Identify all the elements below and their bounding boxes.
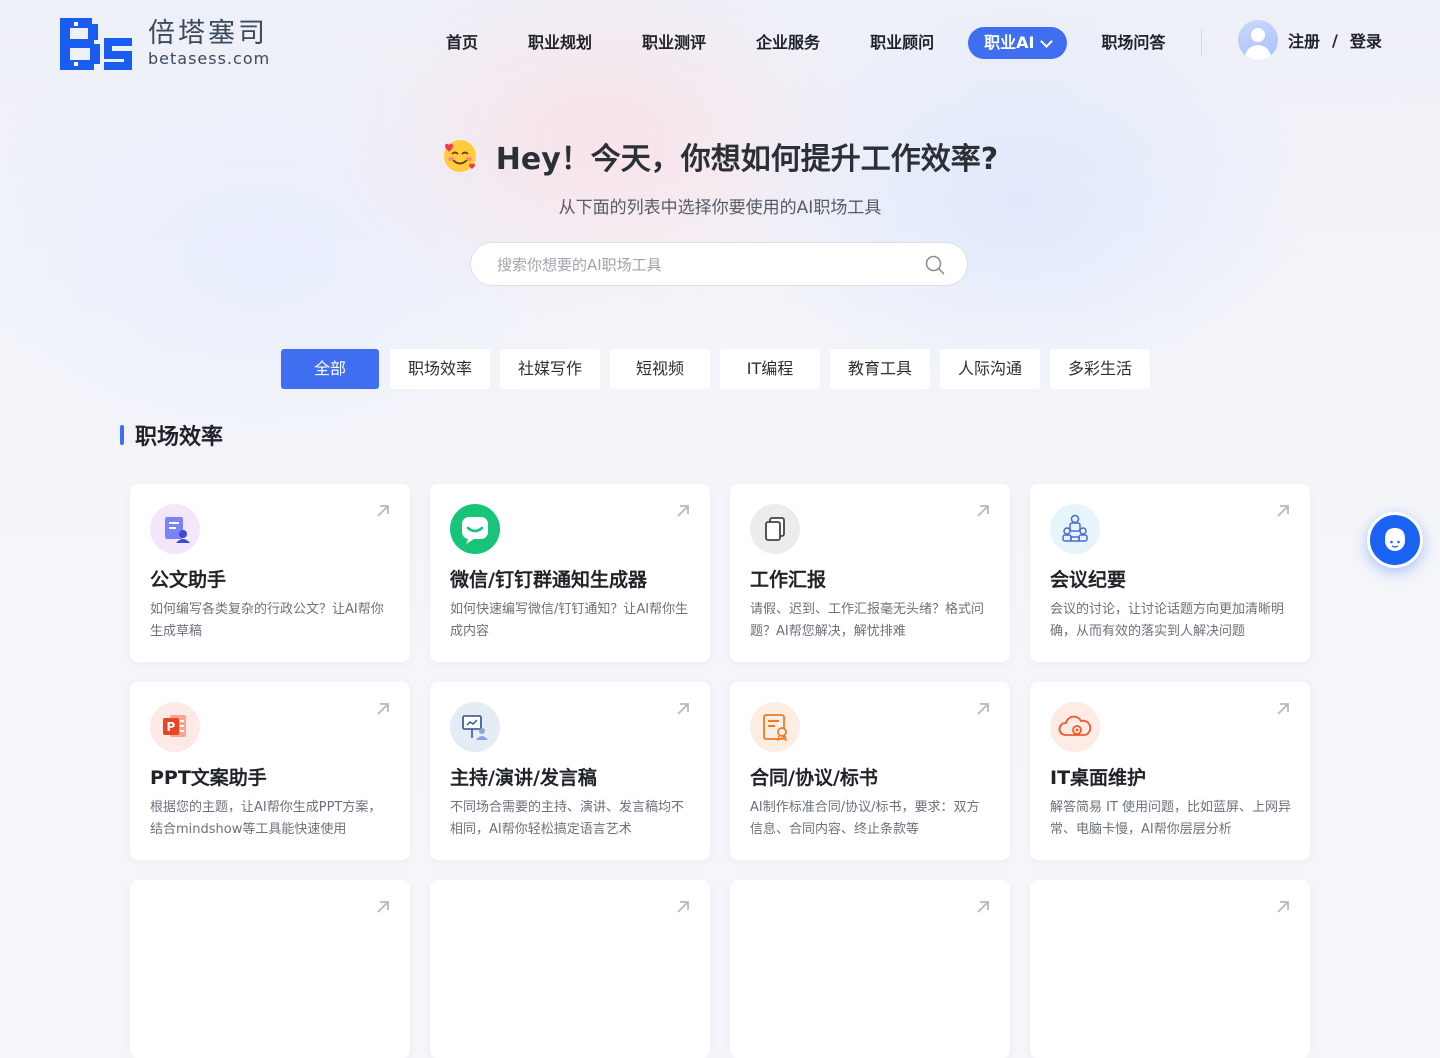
card-title: PPT文案助手: [150, 767, 267, 789]
tab-social-writing[interactable]: 社媒写作: [500, 349, 600, 389]
card-description: 如何编写各类复杂的行政公文？让AI帮你生成草稿: [150, 602, 384, 639]
search-box: [470, 242, 968, 287]
tab-all[interactable]: 全部: [281, 349, 379, 389]
nav-item-workplace-qa[interactable]: 职场问答: [1085, 27, 1181, 59]
arrow-up-right-icon: [677, 901, 689, 913]
logo-name: 倍塔塞司: [148, 18, 268, 49]
nav-item-career-planning[interactable]: 职业规划: [512, 27, 608, 59]
card-description: 根据您的主题，让AI帮你生成PPT方案，结合mindshow等工具能快速使用: [150, 800, 382, 837]
main-nav: 首页 职业规划 职业测评 企业服务 职业顾问 职业AI 职场问答: [430, 27, 1181, 59]
nav-item-career-ai[interactable]: 职业AI: [968, 27, 1068, 59]
arrow-up-right-icon: [977, 505, 989, 517]
card-description: 如何快速编写微信/钉钉通知？让AI帮你生成内容: [450, 602, 689, 639]
arrow-up-right-icon: [377, 901, 389, 913]
tab-workplace-efficiency[interactable]: 职场效率: [390, 349, 490, 389]
copy-document-icon: [750, 504, 800, 554]
card-description: 会议的讨论，让讨论话题方向更加清晰明确，从而有效的落实到人解决问题: [1050, 602, 1285, 639]
tool-card[interactable]: 工作汇报 请假、迟到、工作汇报毫无头绪？格式问题？AI帮您解决，解忧排难: [730, 484, 1010, 662]
arrow-up-right-icon: [977, 901, 989, 913]
svg-text:P: P: [167, 720, 176, 734]
tab-colorful-life[interactable]: 多彩生活: [1050, 349, 1150, 389]
logo-domain: betasess.com: [148, 49, 271, 68]
search-icon[interactable]: [925, 255, 945, 275]
card-title: 会议纪要: [1050, 569, 1127, 591]
section-accent-bar: [120, 425, 124, 445]
category-tabs: 全部 职场效率 社媒写作 短视频 IT编程 教育工具 人际沟通 多彩生活: [281, 349, 1160, 389]
support-agent-icon: [1385, 528, 1405, 551]
tool-card[interactable]: [1030, 880, 1310, 1058]
card-title: 公文助手: [150, 569, 227, 591]
header: 倍塔塞司 betasess.com 首页 职业规划 职业测评 企业服务 职业顾问…: [0, 0, 1440, 86]
hero-subtitle: 从下面的列表中选择你要使用的AI职场工具: [558, 198, 882, 218]
tool-card[interactable]: 微信/钉钉群通知生成器 如何快速编写微信/钉钉通知？让AI帮你生成内容: [430, 484, 710, 662]
tool-card[interactable]: 公文助手 如何编写各类复杂的行政公文？让AI帮你生成草稿: [130, 484, 410, 662]
arrow-up-right-icon: [1277, 901, 1289, 913]
tool-card[interactable]: 会议纪要 会议的讨论，让讨论话题方向更加清晰明确，从而有效的落实到人解决问题: [1030, 484, 1310, 662]
chat-bubble-icon: [450, 504, 500, 554]
card-description: 请假、迟到、工作汇报毫无头绪？格式问题？AI帮您解决，解忧排难: [750, 602, 985, 639]
hero-title-text: Hey！今天，你想如何提升工作效率?: [495, 142, 999, 177]
register-link[interactable]: 注册: [1288, 28, 1320, 52]
user-area: 注册 / 登录: [1238, 20, 1382, 60]
meeting-icon: [1050, 504, 1100, 554]
card-title: IT桌面维护: [1050, 767, 1147, 789]
arrow-up-right-icon: [677, 703, 689, 715]
arrow-up-right-icon: [1277, 505, 1289, 517]
card-title: 主持/演讲/发言稿: [450, 767, 597, 789]
cloud-gear-icon: [1050, 702, 1100, 752]
hero-title: Hey！今天，你想如何提升工作效率?: [0, 134, 1440, 178]
tool-card[interactable]: [130, 880, 410, 1058]
section-title-text: 职场效率: [135, 425, 224, 450]
nav-divider: [1201, 29, 1202, 57]
search-input[interactable]: [495, 243, 919, 287]
tool-card[interactable]: P PPT文案助手 根据您的主题，让AI帮你生成PPT方案，结合mindshow…: [130, 682, 410, 860]
tab-it-programming[interactable]: IT编程: [720, 349, 820, 389]
tool-card[interactable]: 主持/演讲/发言稿 不同场合需要的主持、演讲、发言稿均不相同，AI帮你轻松搞定语…: [430, 682, 710, 860]
logo[interactable]: 倍塔塞司 betasess.com: [60, 18, 270, 70]
card-description: 不同场合需要的主持、演讲、发言稿均不相同，AI帮你轻松搞定语言艺术: [450, 800, 685, 837]
login-link[interactable]: 登录: [1350, 28, 1382, 52]
tool-card[interactable]: [430, 880, 710, 1058]
card-title: 合同/协议/标书: [750, 767, 878, 789]
arrow-up-right-icon: [1277, 703, 1289, 715]
ppt-icon: P: [150, 702, 200, 752]
tool-card[interactable]: [730, 880, 1010, 1058]
logo-mark-icon: [60, 18, 134, 70]
nav-item-career-ai-label: 职业AI: [984, 33, 1035, 52]
avatar-icon[interactable]: [1238, 20, 1278, 60]
chevron-down-icon: [1040, 34, 1054, 48]
contract-icon: [750, 702, 800, 752]
document-person-icon: [150, 504, 200, 554]
nav-item-enterprise-services[interactable]: 企业服务: [740, 27, 836, 59]
customer-service-button[interactable]: [1367, 512, 1423, 568]
arrow-up-right-icon: [977, 703, 989, 715]
nav-item-home[interactable]: 首页: [430, 27, 494, 59]
tool-card[interactable]: IT桌面维护 解答简易 IT 使用问题，比如蓝屏、上网异常、电脑卡慢，AI帮你层…: [1030, 682, 1310, 860]
arrow-up-right-icon: [377, 703, 389, 715]
nav-item-career-advisor[interactable]: 职业顾问: [854, 27, 950, 59]
card-description: AI制作标准合同/协议/标书，要求：双方信息、合同内容、终止条款等: [750, 800, 980, 837]
tab-education-tools[interactable]: 教育工具: [830, 349, 930, 389]
card-title: 微信/钉钉群通知生成器: [450, 569, 647, 591]
nav-item-career-assessment[interactable]: 职业测评: [626, 27, 722, 59]
auth-separator: /: [1332, 30, 1338, 50]
arrow-up-right-icon: [377, 505, 389, 517]
arrow-up-right-icon: [677, 505, 689, 517]
tab-interpersonal[interactable]: 人际沟通: [940, 349, 1040, 389]
smiling-face-hearts-icon: [442, 138, 478, 174]
card-title: 工作汇报: [750, 569, 827, 591]
tab-short-video[interactable]: 短视频: [610, 349, 710, 389]
tool-card[interactable]: 合同/协议/标书 AI制作标准合同/协议/标书，要求：双方信息、合同内容、终止条…: [730, 682, 1010, 860]
presentation-icon: [450, 702, 500, 752]
card-description: 解答简易 IT 使用问题，比如蓝屏、上网异常、电脑卡慢，AI帮你层层分析: [1050, 800, 1292, 837]
section-title: 职场效率: [120, 421, 224, 450]
